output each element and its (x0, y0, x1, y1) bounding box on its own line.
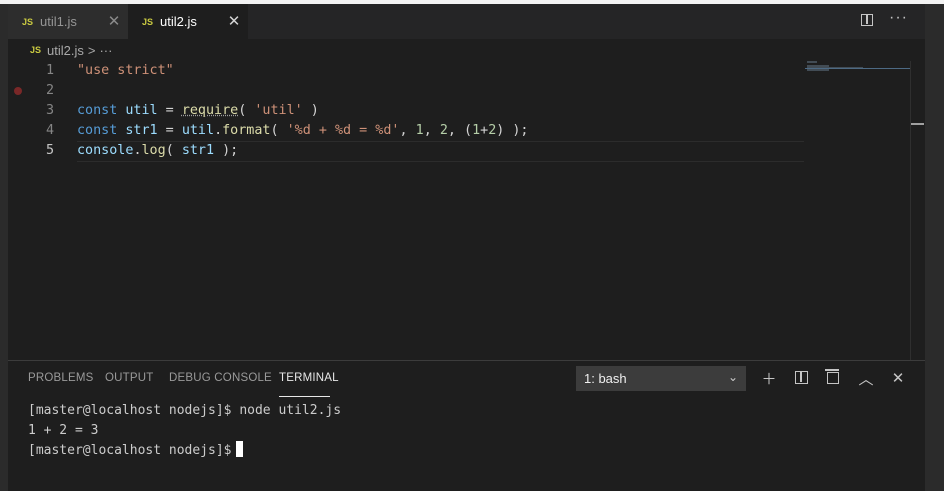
code-text: const str1 = util.format( '%d + %d = %d'… (77, 123, 529, 138)
split-terminal-icon[interactable] (795, 371, 808, 384)
tab-label: util1.js (40, 14, 77, 29)
code-line: 4 const str1 = util.format( '%d + %d = %… (8, 121, 808, 141)
breadcrumb-more[interactable]: ··· (99, 43, 112, 58)
line-number: 3 (45, 103, 54, 118)
minimap-line (807, 61, 817, 63)
window-right-edge (925, 4, 944, 491)
activity-bar-edge (0, 4, 8, 491)
close-icon[interactable]: ✕ (106, 13, 122, 30)
line-number: 1 (45, 63, 54, 78)
chevron-down-icon: ⌄ (727, 370, 738, 384)
terminal-line: [master@localhost nodejs]$ node util2.js (28, 403, 342, 418)
editor-tab-bar: JS util1.js ✕ JS util2.js ✕ ··· (8, 4, 925, 39)
code-line: 5 console.log( str1 ); (8, 141, 808, 161)
tab-util1-js[interactable]: JS util1.js ✕ (8, 4, 128, 39)
javascript-file-icon: JS (142, 16, 154, 27)
breadcrumb-file[interactable]: util2.js (47, 43, 84, 58)
terminal-prompt-line: [master@localhost nodejs]$ (28, 441, 341, 461)
code-line: 1 "use strict" (8, 61, 808, 81)
split-editor-icon[interactable] (861, 14, 873, 26)
code-line: 3 const util = require( 'util' ) (8, 101, 808, 121)
new-terminal-icon[interactable]: ＋ (760, 369, 778, 388)
line-number: 4 (45, 123, 54, 138)
close-panel-icon[interactable]: ✕ (889, 369, 907, 387)
code-text: "use strict" (77, 63, 174, 78)
terminal-select[interactable]: 1: bash ⌄ (576, 366, 746, 391)
code-text: const util = require( 'util' ) (77, 103, 319, 118)
minimap-line (807, 69, 829, 71)
bottom-panel: PROBLEMS OUTPUT DEBUG CONSOLE TERMINAL 1… (8, 360, 925, 491)
terminal-select-value: 1: bash (584, 371, 627, 386)
scrollbar-cursor-marker (911, 123, 924, 125)
code-line: 2 (8, 81, 808, 101)
breadcrumb: JS util2.js > ··· (8, 39, 925, 61)
trash-icon[interactable] (825, 369, 839, 384)
tab-problems[interactable]: PROBLEMS (28, 372, 94, 384)
tab-debug-console[interactable]: DEBUG CONSOLE (169, 372, 272, 384)
editor-scrollbar[interactable] (910, 61, 925, 360)
tab-util2-js[interactable]: JS util2.js ✕ (128, 4, 248, 39)
terminal-cursor (235, 441, 243, 457)
minimap-viewport[interactable] (805, 68, 910, 69)
chevron-up-icon[interactable]: ︿ (857, 369, 875, 388)
minimap[interactable] (805, 61, 905, 101)
more-actions-icon[interactable]: ··· (889, 9, 908, 27)
terminal-line: 1 + 2 = 3 (28, 423, 99, 438)
javascript-file-icon: JS (30, 45, 42, 55)
terminal-prompt: [master@localhost nodejs]$ (28, 443, 232, 458)
line-number: 2 (45, 83, 54, 98)
chevron-right-icon: > (87, 42, 96, 58)
javascript-file-icon: JS (22, 16, 34, 27)
tab-label: util2.js (160, 14, 197, 29)
code-editor[interactable]: 1 "use strict" 2 3 const util = require(… (8, 61, 910, 360)
line-number: 5 (45, 143, 54, 158)
close-icon[interactable]: ✕ (226, 13, 242, 30)
tab-output[interactable]: OUTPUT (105, 372, 153, 384)
code-text: console.log( str1 ); (77, 143, 239, 158)
breakpoint-icon[interactable] (14, 87, 22, 95)
terminal-output[interactable]: [master@localhost nodejs]$ node util2.js… (28, 401, 341, 461)
active-tab-indicator (279, 396, 330, 397)
tab-terminal[interactable]: TERMINAL (279, 372, 339, 384)
